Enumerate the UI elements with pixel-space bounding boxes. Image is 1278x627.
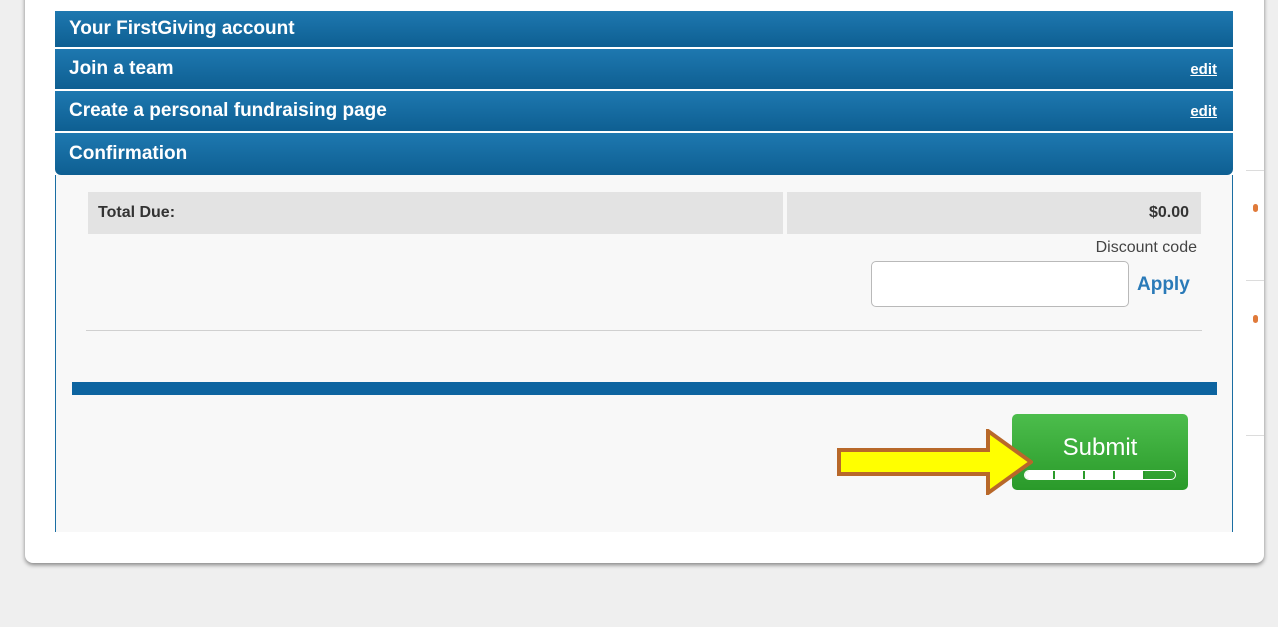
step-fundraising-page[interactable]: Create a personal fundraising page edit bbox=[55, 91, 1233, 131]
confirmation-panel: Total Due: $0.00 Discount code Apply Sub… bbox=[55, 175, 1233, 532]
registration-steps: Your FirstGiving account Join a team edi… bbox=[55, 11, 1233, 175]
step-account[interactable]: Your FirstGiving account bbox=[55, 11, 1233, 47]
step-confirmation[interactable]: Confirmation bbox=[55, 133, 1233, 175]
total-due-value: $0.00 bbox=[787, 192, 1201, 234]
edit-link[interactable]: edit bbox=[1190, 61, 1217, 78]
step-label: Confirmation bbox=[69, 143, 188, 164]
progress-tick bbox=[1113, 471, 1115, 479]
progress-tick bbox=[1053, 471, 1055, 479]
progress-tick bbox=[1143, 471, 1145, 479]
step-label: Join a team bbox=[69, 58, 174, 79]
progress-tick bbox=[1083, 471, 1085, 479]
progress-fill bbox=[1025, 471, 1145, 479]
step-join-team[interactable]: Join a team edit bbox=[55, 49, 1233, 89]
right-edge-strip bbox=[1246, 0, 1264, 560]
total-due-label: Total Due: bbox=[88, 192, 783, 234]
edit-link[interactable]: edit bbox=[1190, 103, 1217, 120]
step-label: Create a personal fundraising page bbox=[69, 100, 387, 121]
submit-label: Submit bbox=[1062, 434, 1138, 461]
arrow-right-icon bbox=[837, 429, 1033, 495]
step-label: Your FirstGiving account bbox=[69, 18, 295, 39]
divider bbox=[86, 330, 1202, 331]
discount-code-input[interactable] bbox=[871, 261, 1129, 307]
apply-discount-link[interactable]: Apply bbox=[1137, 274, 1190, 296]
submit-progress-bar bbox=[1024, 470, 1176, 480]
section-bar bbox=[72, 382, 1217, 395]
discount-code-label: Discount code bbox=[1095, 239, 1197, 256]
